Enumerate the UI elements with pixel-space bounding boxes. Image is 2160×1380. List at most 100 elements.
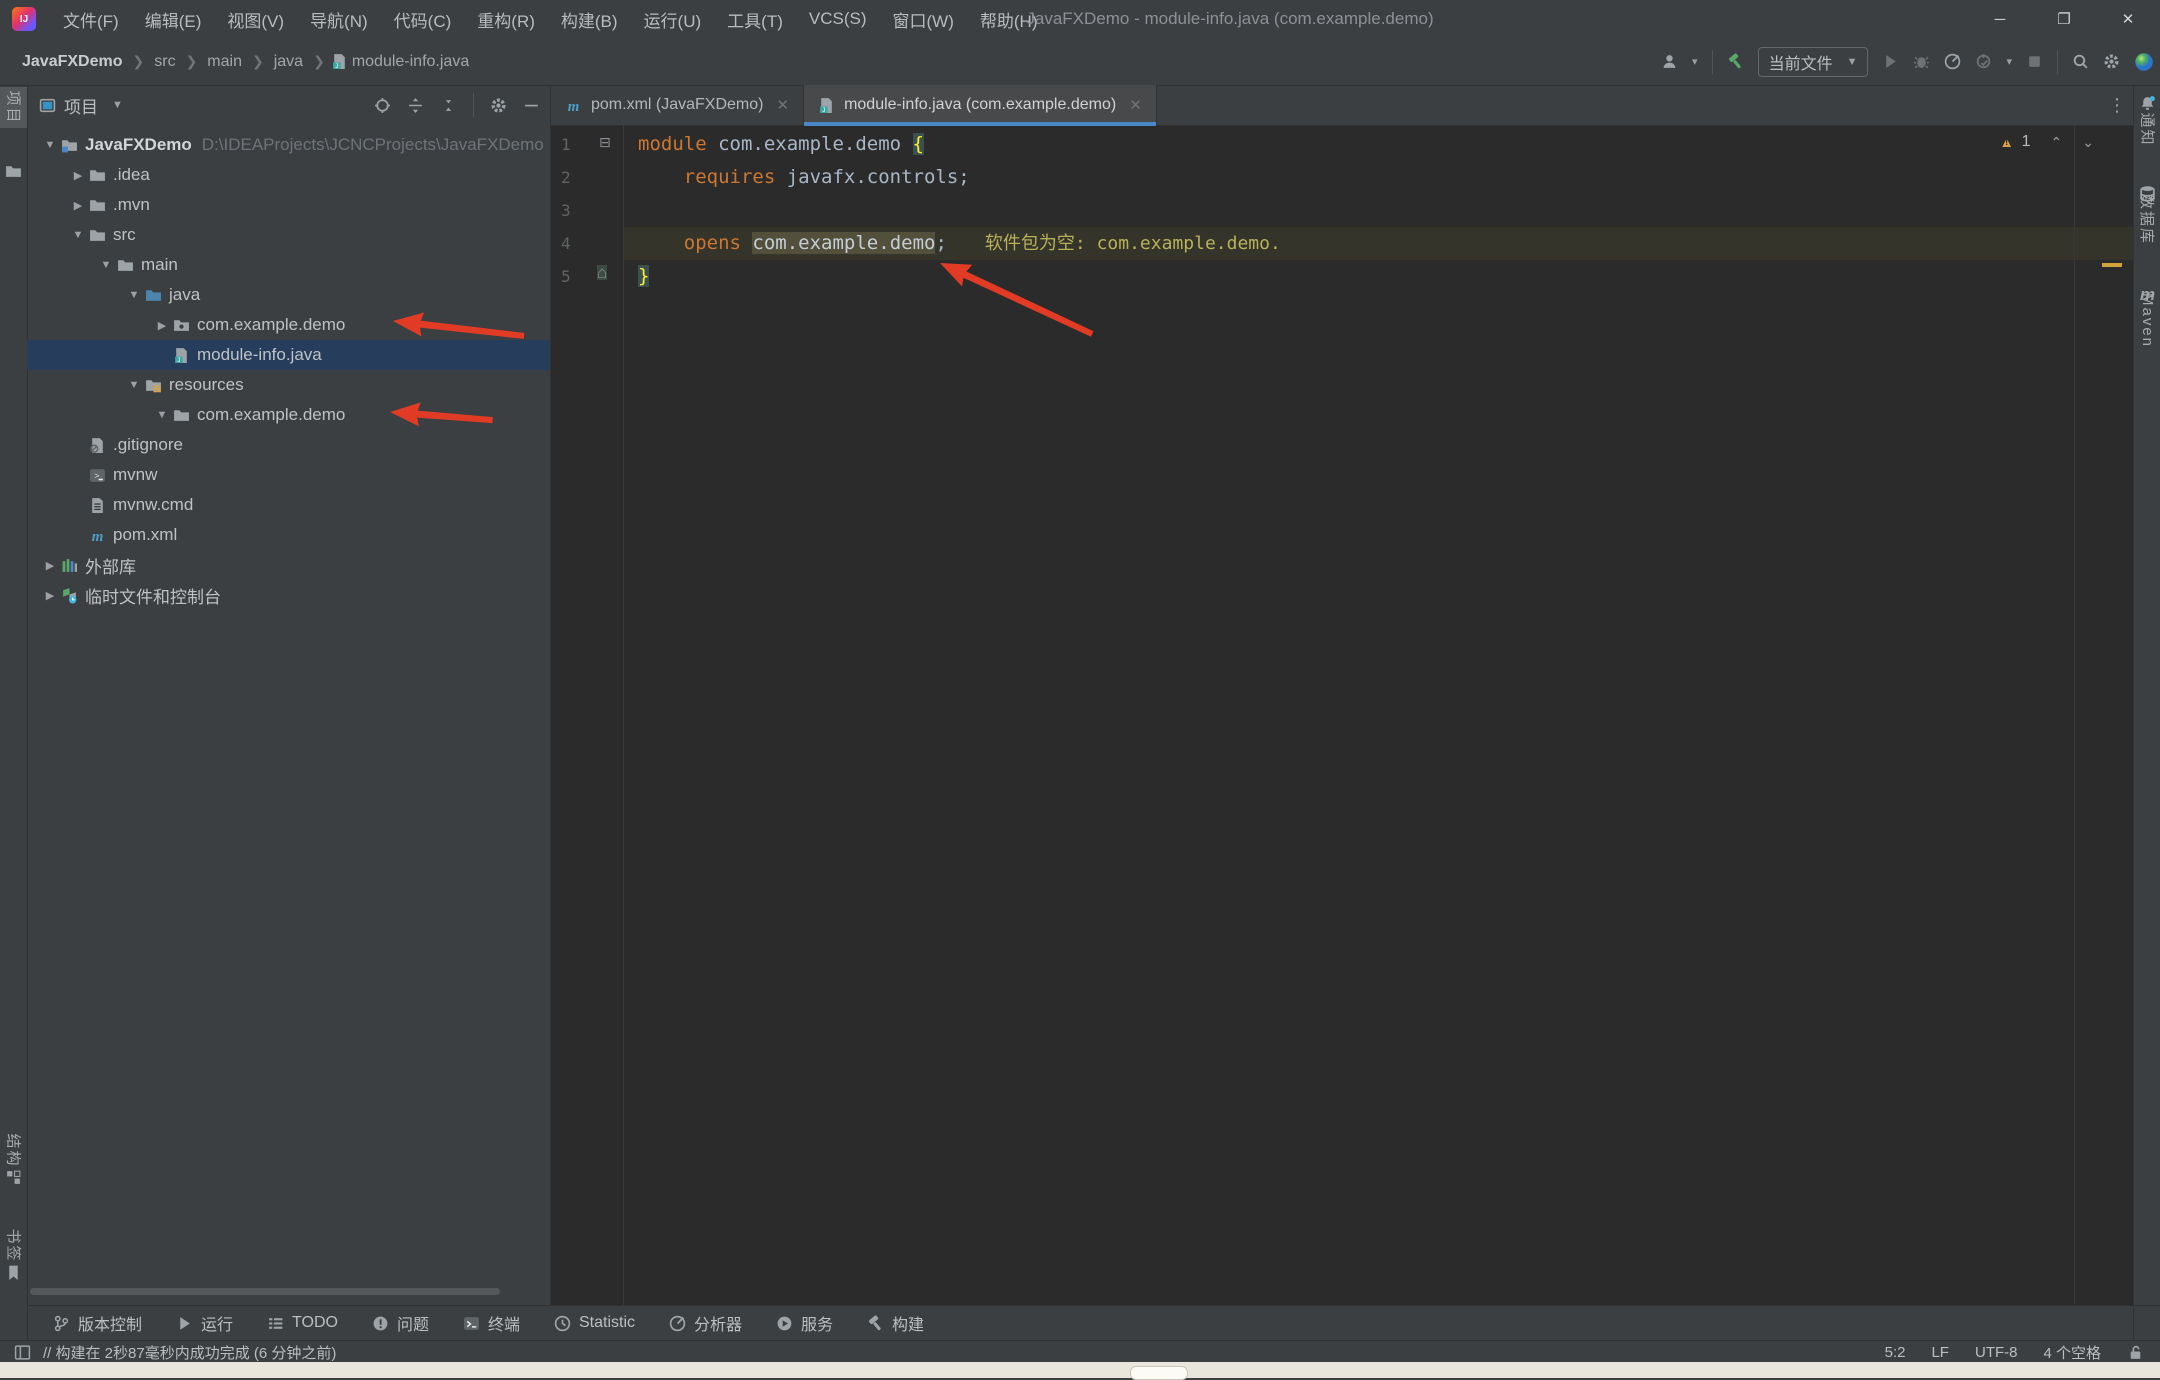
breadcrumb-item-2[interactable]: main — [203, 51, 246, 73]
chevron-right-icon[interactable]: ▶ — [67, 199, 89, 212]
menu-item-7[interactable]: 运行(U) — [631, 0, 715, 38]
tree-row-resources[interactable]: ▼resources — [27, 370, 550, 400]
line-number[interactable]: 4 — [551, 227, 623, 260]
stripe-button-notifications[interactable]: 通知 — [2134, 95, 2160, 140]
tab-close-icon[interactable]: ✕ — [776, 96, 789, 114]
stripe-button-database[interactable]: 数据库 — [2134, 185, 2160, 230]
toolwindow-button--[interactable]: 服务 — [776, 1311, 833, 1335]
user-icon[interactable] — [1661, 53, 1678, 70]
tree-row--[interactable]: ▶外部库 — [27, 550, 550, 580]
chevron-down-icon[interactable]: ▼ — [39, 139, 61, 151]
restore-button[interactable]: ❐ — [2032, 0, 2096, 38]
breadcrumb-item-3[interactable]: java — [270, 51, 307, 73]
hide-panel-icon[interactable] — [523, 97, 540, 114]
code-with-me-icon[interactable] — [2134, 52, 2154, 72]
tab-close-icon[interactable]: ✕ — [1129, 96, 1142, 114]
chevron-down-icon[interactable]: ▼ — [95, 259, 117, 271]
caret-position[interactable]: 5:2 — [1885, 1344, 1906, 1361]
status-message[interactable]: // 构建在 2秒87毫秒内成功完成 (6 分钟之前) — [43, 1342, 336, 1363]
toolwindow-button--[interactable]: 终端 — [463, 1311, 520, 1335]
code-line-4[interactable]: opens com.example.demo;软件包为空: com.exampl… — [624, 227, 2133, 260]
chevron-down-icon[interactable]: ▼ — [123, 379, 145, 391]
locate-icon[interactable] — [374, 97, 391, 114]
profiler-icon[interactable] — [1944, 53, 1961, 70]
editor-surface[interactable] — [551, 125, 2134, 1305]
coverage-icon[interactable] — [1975, 53, 1992, 70]
breadcrumb-item-4[interactable]: module-info.java — [348, 51, 473, 73]
error-stripe-warning-mark[interactable] — [2102, 263, 2122, 267]
tree-row-JavaFXDemo[interactable]: ▼JavaFXDemoD:\IDEAProjects\JCNCProjects\… — [27, 130, 550, 160]
stripe-button-bookmarks[interactable]: 书签 — [0, 1235, 27, 1281]
tree-row-module-info.java[interactable]: Jmodule-info.java — [27, 340, 550, 370]
search-everywhere-icon[interactable] — [2072, 53, 2089, 70]
menu-item-3[interactable]: 导航(N) — [297, 0, 381, 38]
tree-row-com.example.demo[interactable]: ▶com.example.demo — [27, 310, 550, 340]
stripe-button-commit[interactable] — [0, 163, 27, 180]
stripe-button-maven[interactable]: mMaven — [2134, 285, 2160, 329]
project-tree-hscrollbar[interactable] — [30, 1288, 500, 1295]
toolwindow-button--[interactable]: 构建 — [867, 1311, 924, 1335]
tree-row--[interactable]: ▶临时文件和控制台 — [27, 580, 550, 610]
minimize-button[interactable]: ─ — [1968, 0, 2032, 38]
menu-item-1[interactable]: 编辑(E) — [132, 0, 215, 38]
editor-gutter[interactable]: 12345 — [551, 128, 623, 293]
build-hammer-icon[interactable] — [1727, 53, 1744, 70]
toolwindow-button--[interactable]: 运行 — [176, 1311, 233, 1335]
code-line-3[interactable] — [624, 194, 2133, 227]
tree-row-mvnw.cmd[interactable]: mvnw.cmd — [27, 490, 550, 520]
panel-settings-icon[interactable] — [490, 97, 507, 114]
tree-row-src[interactable]: ▼src — [27, 220, 550, 250]
tree-row-mvnw[interactable]: >mvnw — [27, 460, 550, 490]
line-number[interactable]: 2 — [551, 161, 623, 194]
stripe-button-project[interactable]: 项目 — [0, 87, 27, 128]
code-area[interactable]: module com.example.demo { requires javaf… — [624, 128, 2133, 293]
next-problem-icon[interactable]: ⌄ — [2082, 134, 2094, 151]
inspections-widget[interactable]: ▲! 1 ⌃ ⌄ — [1998, 133, 2094, 151]
debug-icon[interactable] — [1913, 53, 1930, 70]
toolwindow-button-Statistic[interactable]: Statistic — [554, 1314, 635, 1332]
chevron-right-icon[interactable]: ▶ — [39, 589, 61, 602]
expand-all-icon[interactable] — [407, 97, 424, 114]
menu-item-0[interactable]: 文件(F) — [50, 0, 132, 38]
chevron-down-icon[interactable]: ▾ — [1692, 55, 1698, 68]
editor-tab-1[interactable]: Jmodule-info.java (com.example.demo)✕ — [804, 85, 1157, 125]
menu-item-10[interactable]: 窗口(W) — [880, 0, 967, 38]
toolwindow-button--[interactable]: 分析器 — [669, 1311, 742, 1335]
tree-row-java[interactable]: ▼java — [27, 280, 550, 310]
menu-item-5[interactable]: 重构(R) — [464, 0, 548, 38]
settings-gear-icon[interactable] — [2103, 53, 2120, 70]
tree-row-.gitignore[interactable]: .gitignore — [27, 430, 550, 460]
fold-end-icon[interactable]: ⌂ — [597, 265, 607, 280]
run-icon[interactable] — [1882, 53, 1899, 70]
tree-row-main[interactable]: ▼main — [27, 250, 550, 280]
stop-icon[interactable] — [2026, 53, 2043, 70]
toolwindow-button-TODO[interactable]: TODO — [267, 1314, 338, 1332]
chevron-down-icon[interactable]: ▼ — [112, 99, 123, 111]
layout-icon[interactable] — [14, 1344, 31, 1361]
code-line-2[interactable]: requires javafx.controls; — [624, 161, 2133, 194]
menu-item-8[interactable]: 工具(T) — [714, 0, 796, 38]
code-line-5[interactable]: } — [624, 260, 2133, 293]
chevron-down-icon[interactable]: ▼ — [67, 229, 89, 241]
tree-row-.idea[interactable]: ▶.idea — [27, 160, 550, 190]
chevron-right-icon[interactable]: ▶ — [67, 169, 89, 182]
tab-options-icon[interactable]: ⋮ — [2108, 85, 2126, 125]
prev-problem-icon[interactable]: ⌃ — [2051, 134, 2063, 151]
file-encoding[interactable]: UTF-8 — [1975, 1344, 2018, 1361]
breadcrumb-item-1[interactable]: src — [150, 51, 179, 73]
menu-item-4[interactable]: 代码(C) — [381, 0, 465, 38]
editor-tab-0[interactable]: mpom.xml (JavaFXDemo)✕ — [551, 85, 804, 125]
tree-row-.mvn[interactable]: ▶.mvn — [27, 190, 550, 220]
toolwindow-button--[interactable]: 问题 — [372, 1311, 429, 1335]
run-config-combo[interactable]: 当前文件▼ — [1758, 47, 1869, 77]
stripe-button-structure[interactable]: 结构 — [0, 1140, 27, 1186]
chevron-right-icon[interactable]: ▶ — [151, 319, 173, 332]
chevron-down-icon[interactable]: ▾ — [2006, 55, 2012, 68]
chevron-right-icon[interactable]: ▶ — [39, 559, 61, 572]
chevron-down-icon[interactable]: ▼ — [123, 289, 145, 301]
tree-row-pom.xml[interactable]: mpom.xml — [27, 520, 550, 550]
chevron-down-icon[interactable]: ▼ — [151, 409, 173, 421]
line-number[interactable]: 1 — [551, 128, 623, 161]
line-separator[interactable]: LF — [1931, 1344, 1949, 1361]
collapse-all-icon[interactable] — [440, 97, 457, 114]
